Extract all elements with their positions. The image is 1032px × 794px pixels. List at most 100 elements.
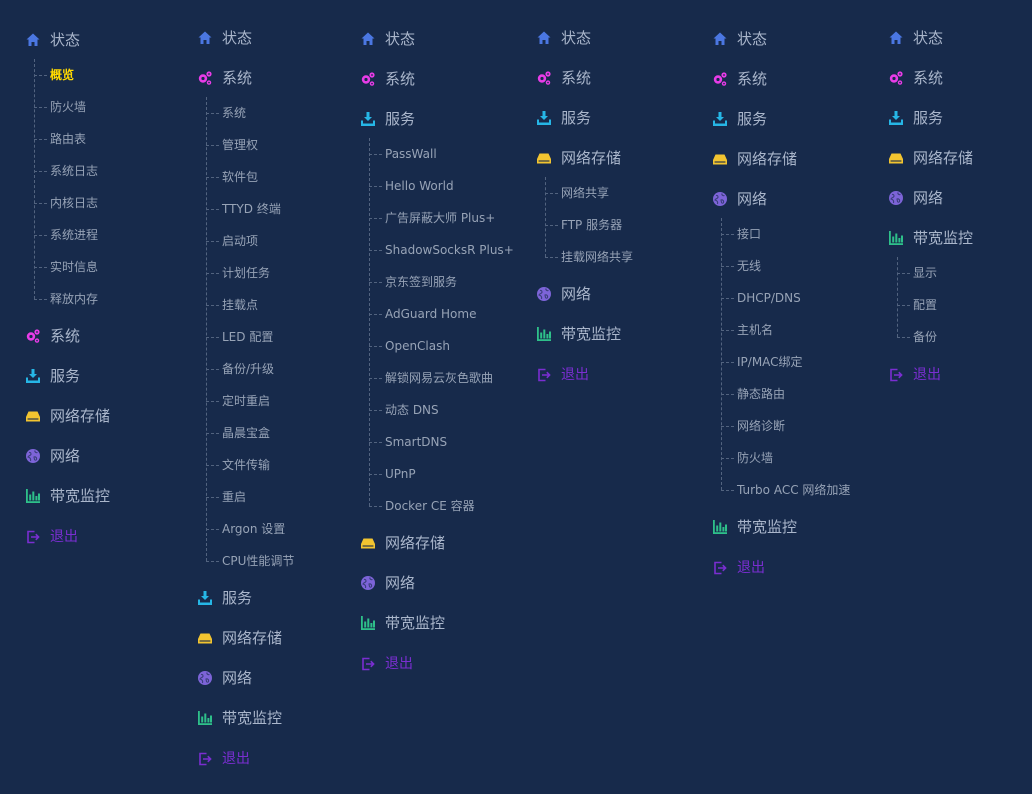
tree-connector [897,273,910,274]
submenu-item-label: 启动项 [222,234,259,248]
bar-chart-icon [360,615,376,631]
bar-chart-icon [197,710,213,726]
tree-connector [897,305,910,306]
tree-connector [545,225,558,226]
logout-icon [888,367,904,383]
tree-connector [206,337,219,338]
tree-connector [206,497,219,498]
menu-bandwidth-label: 带宽监控 [385,614,446,632]
tree-connector [206,177,219,178]
tree-connector [206,561,219,562]
submenu-item-label: 网络诊断 [737,419,786,433]
bar-chart-icon [25,488,41,504]
menu-services-label: 服务 [737,110,768,128]
submenu-item-label: 实时信息 [50,260,99,274]
storage-icon [536,150,552,166]
tree-connector [206,273,219,274]
submenu-item-label: 定时重启 [222,394,271,408]
tree-connector [369,186,382,187]
menu-logout-label: 退出 [737,560,765,576]
storage-icon [25,408,41,424]
menu-bandwidth-label: 带宽监控 [913,229,974,247]
submenu-item-label: 重启 [222,490,247,504]
submenu-tree-line [369,138,371,506]
tree-connector [721,458,734,459]
submenu-item-label: AdGuard Home [385,307,477,321]
tree-connector [897,337,910,338]
submenu-item-label: OpenClash [385,339,450,353]
logout-icon [360,656,376,672]
menu-system-label: 系统 [737,70,768,88]
menu-bandwidth-label: 带宽监控 [222,709,283,727]
submenu-item-label: 挂载点 [222,298,259,312]
tree-connector [34,75,47,76]
menu-status-label: 状态 [913,29,944,47]
tree-connector [206,209,219,210]
bar-chart-icon [888,230,904,246]
tree-connector [545,193,558,194]
tree-connector [206,145,219,146]
submenu-item-label: 显示 [913,266,938,280]
bar-chart-icon [712,519,728,535]
gear-icon [888,70,904,86]
submenu-item-label: Docker CE 容器 [385,499,475,513]
logout-icon [712,560,728,576]
submenu-item-label: LED 配置 [222,330,274,344]
home-icon [888,30,904,46]
menu-status-label: 状态 [561,29,592,47]
storage-icon [888,150,904,166]
tree-connector [721,266,734,267]
gear-icon [712,71,728,87]
menu-logout-label: 退出 [222,751,250,767]
tree-connector [721,234,734,235]
logout-icon [536,367,552,383]
submenu-item-label: 无线 [737,259,762,273]
tree-connector [34,299,47,300]
tree-connector [206,241,219,242]
tree-connector [369,282,382,283]
tree-connector [206,305,219,306]
gear-icon [197,70,213,86]
submenu-tree-line [545,177,547,257]
home-icon [536,30,552,46]
tree-connector [34,171,47,172]
download-icon [197,590,213,606]
submenu-item-label: 晶晨宝盒 [222,426,271,440]
submenu-item-label: 路由表 [50,132,87,146]
menu-system-label: 系统 [222,69,253,87]
bar-chart-icon [536,326,552,342]
storage-icon [197,630,213,646]
submenu-item-label: 备份/升级 [222,362,275,376]
submenu-item-label: 备份 [913,330,938,344]
tree-connector [369,474,382,475]
menu-bandwidth-label: 带宽监控 [737,518,798,536]
submenu-item-label: 防火墙 [737,451,774,465]
submenu-tree-line [721,218,723,490]
submenu-item-label: ShadowSocksR Plus+ [385,243,514,257]
download-icon [712,111,728,127]
tree-connector [34,139,47,140]
globe-icon [888,190,904,206]
menu-nas-label: 网络存储 [737,150,798,168]
tree-connector [206,529,219,530]
tree-connector [369,218,382,219]
tree-connector [721,330,734,331]
tree-connector [34,107,47,108]
menu-bandwidth-label: 带宽监控 [50,487,111,505]
submenu-item-label: 软件包 [222,170,259,184]
menu-services-label: 服务 [913,109,944,127]
storage-icon [360,535,376,551]
submenu-item-label: 防火墙 [50,100,87,114]
submenu-item-label: 接口 [737,227,762,241]
submenu-item-label: 动态 DNS [385,403,439,417]
home-icon [360,31,376,47]
tree-connector [34,203,47,204]
menu-nas-label: 网络存储 [222,629,283,647]
menu-logout-label: 退出 [385,656,413,672]
submenu-tree-line [206,97,208,561]
submenu-item-label: PassWall [385,147,437,161]
home-icon [712,31,728,47]
tree-connector [369,442,382,443]
submenu-item-label: 概览 [50,68,75,82]
submenu-item-label: 主机名 [737,323,774,337]
